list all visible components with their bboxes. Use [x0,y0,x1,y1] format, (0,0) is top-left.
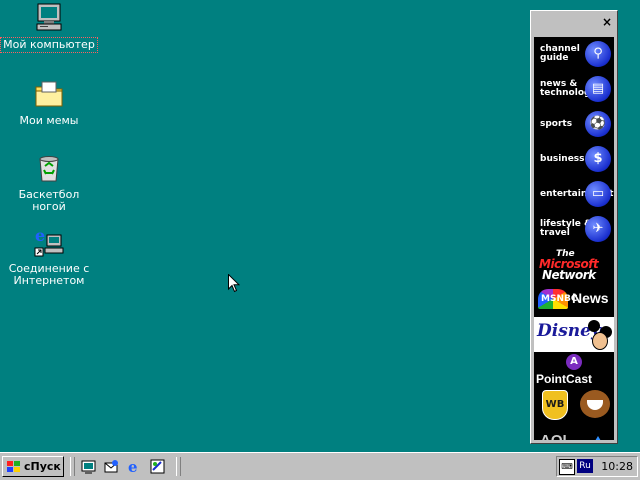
svg-text:e: e [128,458,138,475]
channel-logo-msn[interactable]: The Microsoft Network [534,247,614,282]
clock[interactable]: 10:28 [601,460,633,473]
channel-logo-warner-bros[interactable]: WB [534,387,614,422]
recycle-bin-icon [33,152,65,184]
logo-text: News [572,290,609,306]
keyboard-indicator-icon[interactable]: ⌨ [559,459,575,475]
channel-bar-titlebar[interactable]: × [531,11,617,35]
mickey-icon [588,320,600,332]
folder-icon [33,78,65,110]
logo-text: WB [542,390,568,420]
desktop-icon-my-documents[interactable]: Мои мемы [1,78,97,128]
tv-icon: ▭ [585,181,611,207]
channel-item-business[interactable]: business $ [534,142,614,177]
taskbar: сПуск e ⌨ Ru 10:28 [0,452,640,480]
mouse-cursor-icon [228,274,240,293]
channel-bar: × channel guide ⚲ news & technology ▤ sp… [530,10,618,444]
my-computer-icon [33,2,65,34]
start-label: сПуск [24,460,61,473]
channel-item-lifestyle-travel[interactable]: lifestyle & travel ✈ [534,212,614,247]
start-button[interactable]: сПуск [2,456,64,477]
internet-connection-icon: e [33,226,65,258]
toolbar-grip[interactable] [176,457,181,476]
channel-logo-disney[interactable]: Disney [534,317,614,352]
logo-text: AOL [540,432,572,440]
channel-logo-msnbc[interactable]: MSNBC News [534,282,614,317]
desktop-icon-internet-connection[interactable]: e Соединение с Интернетом [1,226,97,288]
channel-item-news-technology[interactable]: news & technology ▤ [534,72,614,107]
airplane-icon: ✈ [585,216,611,242]
channel-list: channel guide ⚲ news & technology ▤ spor… [534,37,614,440]
aol-triangle-icon [592,436,604,440]
logo-text: Network [542,268,596,282]
channel-item-entertainment[interactable]: entertainment ▭ [534,177,614,212]
channel-logo-aol[interactable]: AOL [534,422,614,440]
desktop-icon-label: Соединение с Интернетом [8,262,90,287]
windows-flag-icon [7,461,21,472]
desktop-icon-my-computer[interactable]: Мой компьютер [0,2,98,53]
magnifier-icon: ⚲ [585,41,611,67]
mickey-face-icon [592,332,608,350]
system-tray: ⌨ Ru 10:28 [556,456,638,477]
channel-item-guide[interactable]: channel guide ⚲ [534,37,614,72]
close-icon[interactable]: × [602,16,612,28]
desktop-icon-label: Мой компьютер [0,37,98,53]
channel-item-sports[interactable]: sports ⚽ [534,107,614,142]
show-desktop-icon[interactable] [80,458,97,475]
channels-icon[interactable] [149,458,166,475]
toolbar-grip[interactable] [70,457,75,476]
newspaper-icon: ▤ [585,76,611,102]
outlook-express-icon[interactable] [103,458,120,475]
svg-text:e: e [35,226,45,245]
channel-logo-pointcast[interactable]: A PointCast [534,352,614,387]
logo-mark: A [566,354,582,370]
language-indicator[interactable]: Ru [577,459,593,473]
internet-explorer-icon[interactable]: e [126,458,143,476]
dollar-icon: $ [585,146,611,172]
logo-text: PointCast [536,372,593,386]
desktop-icon-recycle-bin[interactable]: Баскетбол ногой [1,152,97,214]
desktop-icon-label: Баскетбол ногой [18,188,80,213]
taz-icon [580,390,610,418]
ball-icon: ⚽ [585,111,611,137]
desktop-icon-label: Мои мемы [19,114,79,127]
